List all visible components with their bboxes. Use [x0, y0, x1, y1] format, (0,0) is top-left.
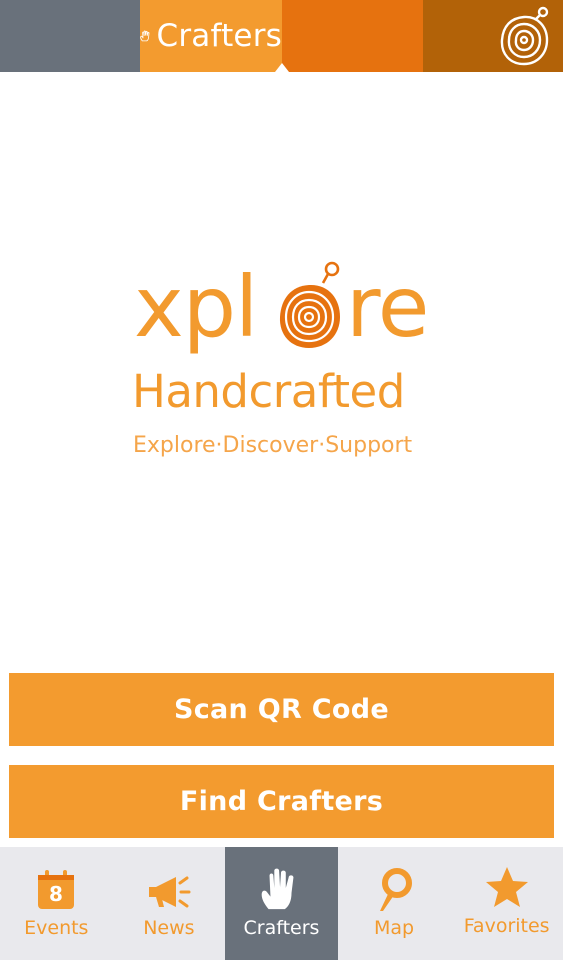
nav-label-map: Map — [374, 917, 415, 939]
calendar-badge: 8 — [49, 882, 63, 906]
hand-icon — [140, 30, 150, 42]
nav-item-crafters[interactable]: Crafters — [225, 847, 338, 960]
nav-label-events: Events — [24, 917, 89, 939]
bottom-nav: 8 Events News Crafters Map Favorites — [0, 847, 563, 960]
tree-rings-icon — [279, 261, 340, 348]
header-tab-crafters[interactable]: Crafters — [140, 0, 282, 72]
active-tab-pointer — [275, 63, 289, 72]
logo-wordmark: xpl re — [128, 255, 438, 355]
star-icon — [485, 867, 528, 907]
megaphone-icon — [148, 876, 191, 908]
app-logo: xpl re Handcrafted Explore·Discover·Supp… — [128, 255, 438, 465]
nav-label-news: News — [143, 917, 195, 939]
nav-label-favorites: Favorites — [463, 915, 550, 937]
nav-item-favorites[interactable]: Favorites — [450, 847, 563, 960]
hand-icon — [262, 868, 294, 910]
nav-item-news[interactable]: News — [113, 847, 226, 960]
nav-item-map[interactable]: Map — [338, 847, 451, 960]
nav-label-crafters: Crafters — [243, 917, 320, 939]
header-logo-segment[interactable] — [423, 0, 563, 72]
top-bar: Crafters — [0, 0, 563, 72]
logo-tagline: Explore·Discover·Support — [133, 433, 413, 458]
header-segment-left[interactable] — [0, 0, 140, 72]
find-crafters-button[interactable]: Find Crafters — [9, 765, 554, 838]
page-title: Crafters — [156, 18, 282, 54]
map-pin-icon — [380, 868, 413, 911]
logo-subtitle: Handcrafted — [132, 365, 405, 418]
calendar-icon: 8 — [38, 870, 75, 909]
header-segment-right[interactable] — [282, 0, 423, 72]
tree-rings-icon — [500, 6, 549, 66]
scan-qr-code-button[interactable]: Scan QR Code — [9, 673, 554, 746]
logo-word-start: xpl — [134, 258, 258, 356]
nav-item-events[interactable]: 8 Events — [0, 847, 113, 960]
logo-word-end: re — [346, 258, 429, 356]
